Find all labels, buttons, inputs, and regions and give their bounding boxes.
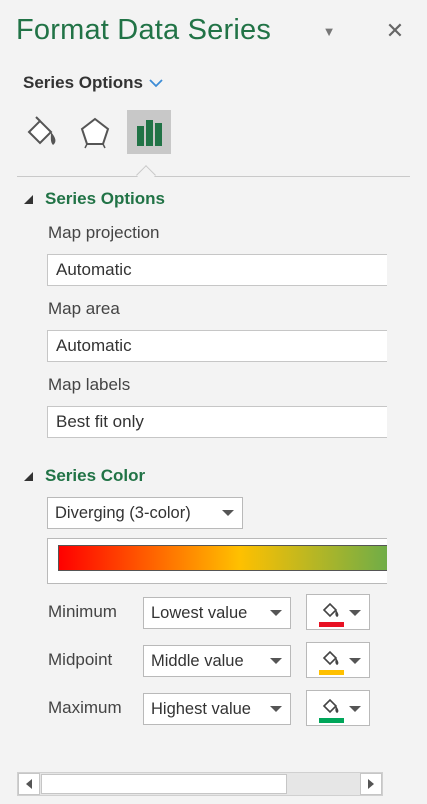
series-color-section-toggle[interactable]: Series Color — [24, 465, 145, 487]
midpoint-label: Midpoint — [48, 650, 113, 669]
color-gradient-bar — [58, 545, 387, 571]
dropdown-arrow-icon — [270, 610, 282, 616]
map-area-select[interactable]: Automatic — [47, 330, 387, 362]
pane-title: Format Data Series — [16, 14, 272, 46]
series-color-heading: Series Color — [45, 466, 146, 485]
series-options-dropdown-label: Series Options — [23, 73, 143, 92]
horizontal-scrollbar[interactable] — [17, 772, 383, 796]
dropdown-arrow-icon — [270, 706, 282, 712]
tab-series-options[interactable] — [127, 110, 171, 154]
minimum-label: Minimum — [48, 602, 117, 621]
midpoint-type-select[interactable]: Middle value — [143, 645, 291, 677]
maximum-type-value: Highest value — [151, 700, 251, 718]
maximum-color-button[interactable] — [306, 690, 370, 726]
midpoint-color-swatch — [319, 670, 344, 675]
chevron-down-icon — [149, 76, 163, 91]
paint-bucket-icon — [322, 698, 339, 714]
map-labels-label: Map labels — [48, 375, 131, 394]
minimum-color-swatch — [319, 622, 344, 627]
color-gradient-preview — [47, 538, 387, 584]
map-labels-select[interactable]: Best fit only — [47, 406, 387, 438]
maximum-color-swatch — [319, 718, 344, 723]
arrow-right-icon — [368, 779, 374, 789]
dropdown-arrow-icon — [270, 658, 282, 664]
dropdown-arrow-icon — [349, 658, 361, 664]
tab-divider — [17, 176, 410, 177]
dropdown-arrow-icon — [349, 706, 361, 712]
tab-fill-line[interactable] — [18, 110, 62, 154]
arrow-left-icon — [26, 779, 32, 789]
close-icon[interactable]: ✕ — [384, 20, 406, 42]
tab-effects[interactable] — [73, 110, 117, 154]
effects-pentagon-icon — [80, 117, 110, 149]
series-options-section-toggle[interactable]: Series Options — [24, 188, 165, 210]
pane-options-caret-icon[interactable]: ▼ — [322, 25, 336, 39]
map-projection-label: Map projection — [48, 223, 160, 242]
scroll-right-button[interactable] — [360, 773, 382, 795]
map-projection-select[interactable]: Automatic — [47, 254, 387, 286]
maximum-type-select[interactable]: Highest value — [143, 693, 291, 725]
series-options-bar-chart-icon — [137, 120, 162, 146]
dropdown-arrow-icon — [222, 510, 234, 516]
paint-bucket-icon — [322, 650, 339, 666]
series-options-dropdown[interactable]: Series Options — [23, 71, 163, 95]
fill-line-icon — [27, 116, 56, 145]
minimum-type-select[interactable]: Lowest value — [143, 597, 291, 629]
paint-bucket-icon — [322, 602, 339, 618]
scroll-left-button[interactable] — [18, 773, 40, 795]
minimum-color-button[interactable] — [306, 594, 370, 630]
series-options-heading: Series Options — [45, 189, 165, 208]
midpoint-color-button[interactable] — [306, 642, 370, 678]
color-scheme-value: Diverging (3-color) — [55, 504, 191, 522]
dropdown-arrow-icon — [349, 610, 361, 616]
collapse-triangle-icon — [24, 194, 33, 204]
scrollbar-thumb[interactable] — [41, 774, 287, 794]
minimum-type-value: Lowest value — [151, 604, 248, 622]
map-area-label: Map area — [48, 299, 120, 318]
collapse-triangle-icon — [24, 471, 33, 481]
midpoint-type-value: Middle value — [151, 652, 244, 670]
color-scheme-select[interactable]: Diverging (3-color) — [47, 497, 243, 529]
maximum-label: Maximum — [48, 698, 122, 717]
active-tab-notch — [136, 165, 156, 185]
